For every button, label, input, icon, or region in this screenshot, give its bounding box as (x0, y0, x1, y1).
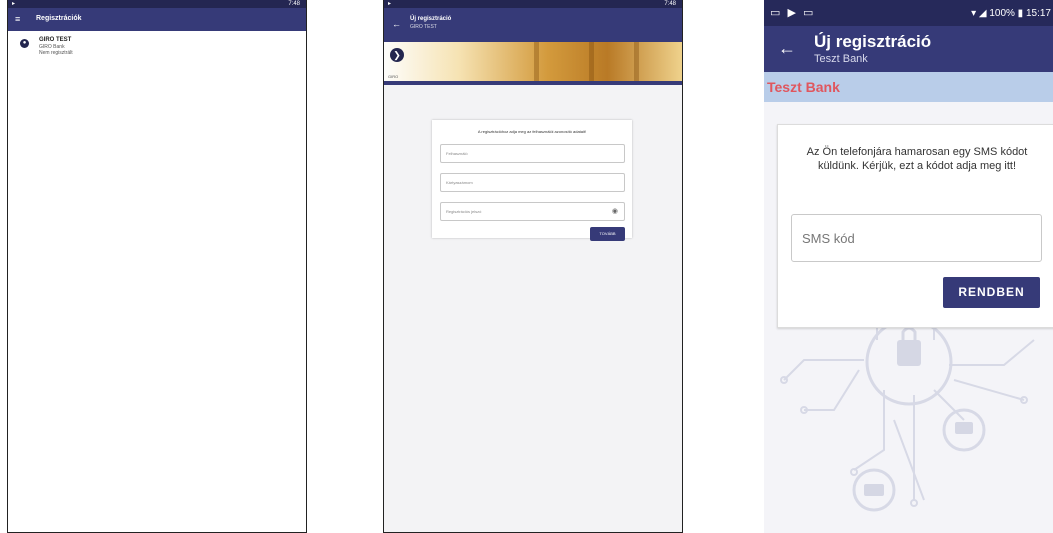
app-bar: ← Új regisztráció Teszt Bank (764, 26, 1053, 72)
screen-new-registration: ▸ 7:48 ← Új regisztráció GIRO TEST ❯ GIR… (383, 0, 683, 533)
instruction-text: A regisztrációhoz adja meg az felhasznál… (477, 129, 587, 134)
banner-decoration (634, 42, 639, 85)
show-password-icon[interactable]: ◉ (612, 208, 618, 216)
status-bar: ▭ ▶ ▭ ▾ ◢ 100% ▮ 15:17 (764, 0, 1053, 26)
page-subtitle: GIRO TEST (410, 24, 437, 30)
status-time: 7:48 (664, 1, 676, 7)
bank-logo-icon: ● (20, 39, 29, 48)
registration-card: A regisztrációhoz adja meg az felhasznál… (432, 120, 632, 241)
banner-strip (384, 81, 682, 85)
username-field[interactable]: Felhasználó (440, 144, 625, 163)
app-bar: ← Új regisztráció GIRO TEST (384, 8, 682, 42)
next-button[interactable]: TOVÁBB (590, 227, 625, 241)
status-notification-icons: ▭ ▶ ▭ (770, 7, 816, 19)
back-arrow-icon[interactable]: ← (778, 38, 796, 58)
card-number-field[interactable]: Kártyaszámom (440, 173, 625, 192)
bank-banner: ❯ GIRO (384, 42, 682, 85)
sms-code-input[interactable]: SMS kód (791, 214, 1042, 262)
list-item-name: GIRO TEST (39, 37, 72, 43)
menu-icon[interactable]: ≡ (15, 14, 20, 24)
page-subtitle: Teszt Bank (814, 53, 868, 65)
status-bar: ▸ 7:48 (8, 0, 306, 8)
password-placeholder: Regisztrációs jelszó (446, 209, 482, 214)
sms-code-placeholder: SMS kód (802, 231, 855, 246)
app-bar: ≡ Regisztrációk (8, 8, 306, 31)
page-title: Új regisztráció (410, 16, 452, 22)
status-bar: ▸ 7:48 (384, 0, 682, 8)
ok-button[interactable]: RENDBEN (943, 277, 1040, 308)
list-item-status: Nem regisztrált (39, 50, 73, 56)
instruction-text: Az Ön telefonjára hamarosan egy SMS kódo… (806, 146, 1028, 172)
status-system-info: ▾ ◢ 100% ▮ 15:17 (971, 8, 1051, 19)
status-left: ▸ (388, 1, 392, 7)
password-field[interactable]: Regisztrációs jelszó ◉ (440, 202, 625, 221)
banner-decoration (534, 42, 539, 85)
username-placeholder: Felhasználó (446, 151, 468, 156)
screen-sms-code: ▭ ▶ ▭ ▾ ◢ 100% ▮ 15:17 ← Új regisztráció… (764, 0, 1053, 533)
card-number-placeholder: Kártyaszámom (446, 180, 473, 185)
page-title: Új regisztráció (814, 32, 932, 51)
screen-registrations: ▸ 7:48 ≡ Regisztrációk ● GIRO TEST GIRO … (7, 0, 307, 533)
status-left: ▸ (12, 1, 16, 7)
list-item[interactable]: ● GIRO TEST GIRO Bank Nem regisztrált (8, 35, 306, 65)
bank-name-bar: Teszt Bank (764, 72, 1053, 102)
security-circuit-illustration (780, 300, 1035, 512)
banner-decoration (589, 42, 594, 85)
bank-name: Teszt Bank (767, 79, 840, 95)
sms-card: Az Ön telefonjára hamarosan egy SMS kódo… (777, 124, 1053, 328)
bank-logo-icon: ❯ (390, 48, 404, 62)
back-arrow-icon[interactable]: ← (392, 19, 401, 29)
page-title: Regisztrációk (36, 15, 82, 22)
status-time: 7:48 (288, 1, 300, 7)
bank-logo-caption: GIRO (388, 74, 399, 79)
